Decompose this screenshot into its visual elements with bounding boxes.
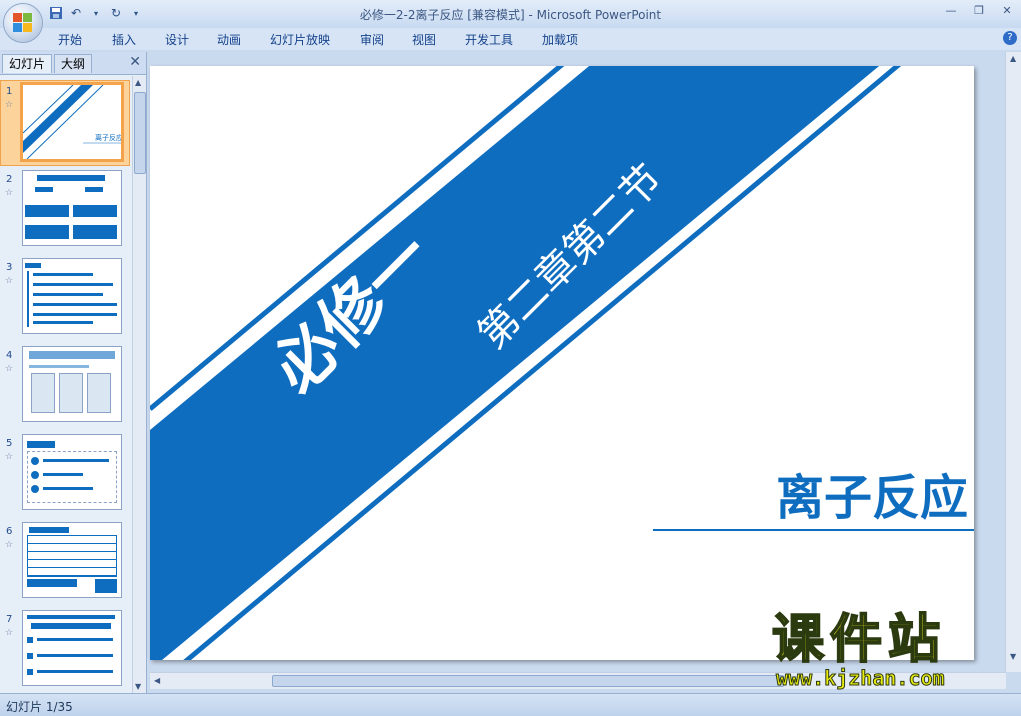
- scroll-down-icon[interactable]: ▼: [135, 682, 141, 691]
- transition-star-icon: ☆: [5, 188, 14, 198]
- title-bar: ↶ ▾ ↻ ▾ 必修一2-2离子反应 [兼容模式] - Microsoft Po…: [0, 0, 1021, 28]
- thumbnail-number: 4: [6, 350, 13, 361]
- scroll-down-icon[interactable]: ▼: [1010, 652, 1016, 661]
- tab-outline[interactable]: 大纲: [54, 54, 93, 73]
- transition-star-icon: ☆: [5, 452, 14, 462]
- thumbnail-number: 6: [6, 526, 13, 537]
- slides-panel: 幻灯片 大纲 ✕ 1 ☆ 离子反应 2 ☆ 3 ☆ 4 ☆ 5 ☆ 6 ☆ 7 …: [0, 52, 147, 693]
- scroll-left-icon[interactable]: ◀: [154, 676, 160, 685]
- scroll-up-icon[interactable]: ▲: [135, 78, 141, 87]
- slide-canvas[interactable]: 必修一 第二章第二节 离子反应: [150, 66, 974, 660]
- tab-design[interactable]: 设计: [165, 31, 189, 48]
- thumbnail-slide-2[interactable]: [22, 170, 122, 246]
- minimize-icon[interactable]: —: [937, 0, 965, 20]
- tab-addins[interactable]: 加载项: [542, 31, 578, 48]
- thumbnail-slide-7[interactable]: [22, 610, 122, 686]
- thumbnail-number: 7: [6, 614, 13, 625]
- thumbnail-number: 1: [6, 86, 13, 97]
- tab-view[interactable]: 视图: [412, 31, 436, 48]
- thumbnail-slide-5[interactable]: [22, 434, 122, 510]
- thumbnail-number: 5: [6, 438, 13, 449]
- tab-insert[interactable]: 插入: [112, 31, 136, 48]
- scroll-up-icon[interactable]: ▲: [1010, 54, 1016, 63]
- slide-vertical-scrollbar[interactable]: ▲ ▼: [1005, 52, 1021, 672]
- transition-star-icon: ☆: [5, 276, 14, 286]
- tab-home[interactable]: 开始: [58, 31, 82, 48]
- thumbnail-slide-6[interactable]: [22, 522, 122, 598]
- tab-review[interactable]: 审阅: [360, 31, 384, 48]
- window-title: 必修一2-2离子反应 [兼容模式] - Microsoft PowerPoint: [359, 8, 662, 22]
- watermark-name: 课件站: [771, 610, 947, 670]
- slide-title: 离子反应: [776, 470, 968, 526]
- transition-star-icon: ☆: [5, 100, 14, 110]
- office-logo-icon: [13, 13, 33, 33]
- close-panel-icon[interactable]: ✕: [129, 54, 141, 70]
- thumbnail-slide-3[interactable]: [22, 258, 122, 334]
- status-bar: 幻灯片 1/35: [0, 693, 1021, 716]
- tab-animation[interactable]: 动画: [217, 31, 241, 48]
- slide-count-status: 幻灯片 1/35: [6, 700, 73, 714]
- thumbnail-slide-1[interactable]: 离子反应: [20, 82, 124, 162]
- office-button[interactable]: [4, 4, 42, 42]
- diagonal-band: [150, 66, 880, 660]
- tab-developer[interactable]: 开发工具: [465, 31, 513, 48]
- ribbon-tab-bar: 开始 插入 设计 动画 幻灯片放映 审阅 视图 开发工具 加载项 ?: [0, 28, 1021, 50]
- thumbnail-slide-4[interactable]: [22, 346, 122, 422]
- transition-star-icon: ☆: [5, 364, 14, 374]
- close-icon[interactable]: ✕: [993, 0, 1021, 20]
- transition-star-icon: ☆: [5, 540, 14, 550]
- help-icon[interactable]: ?: [1003, 31, 1017, 45]
- tab-slides[interactable]: 幻灯片: [2, 54, 53, 73]
- panel-scroll-thumb[interactable]: [134, 92, 146, 174]
- restore-icon[interactable]: ❐: [965, 0, 993, 20]
- horizontal-scroll-thumb[interactable]: [272, 675, 784, 687]
- window-controls: — ❐ ✕: [937, 0, 1021, 20]
- tab-slideshow[interactable]: 幻灯片放映: [270, 31, 330, 48]
- panel-tabs: 幻灯片 大纲 ✕: [0, 52, 146, 75]
- svg-text:离子反应: 离子反应: [95, 133, 121, 142]
- transition-star-icon: ☆: [5, 628, 14, 638]
- thumbnail-number: 3: [6, 262, 13, 273]
- panel-scrollbar[interactable]: ▲ ▼: [132, 76, 146, 693]
- thumbnail-list: 1 ☆ 离子反应 2 ☆ 3 ☆ 4 ☆ 5 ☆ 6 ☆ 7 ☆: [0, 76, 132, 693]
- watermark: 课件站 www.kjzhan.com: [760, 610, 1010, 692]
- watermark-url: www.kjzhan.com: [776, 666, 946, 691]
- thumbnail-number: 2: [6, 174, 13, 185]
